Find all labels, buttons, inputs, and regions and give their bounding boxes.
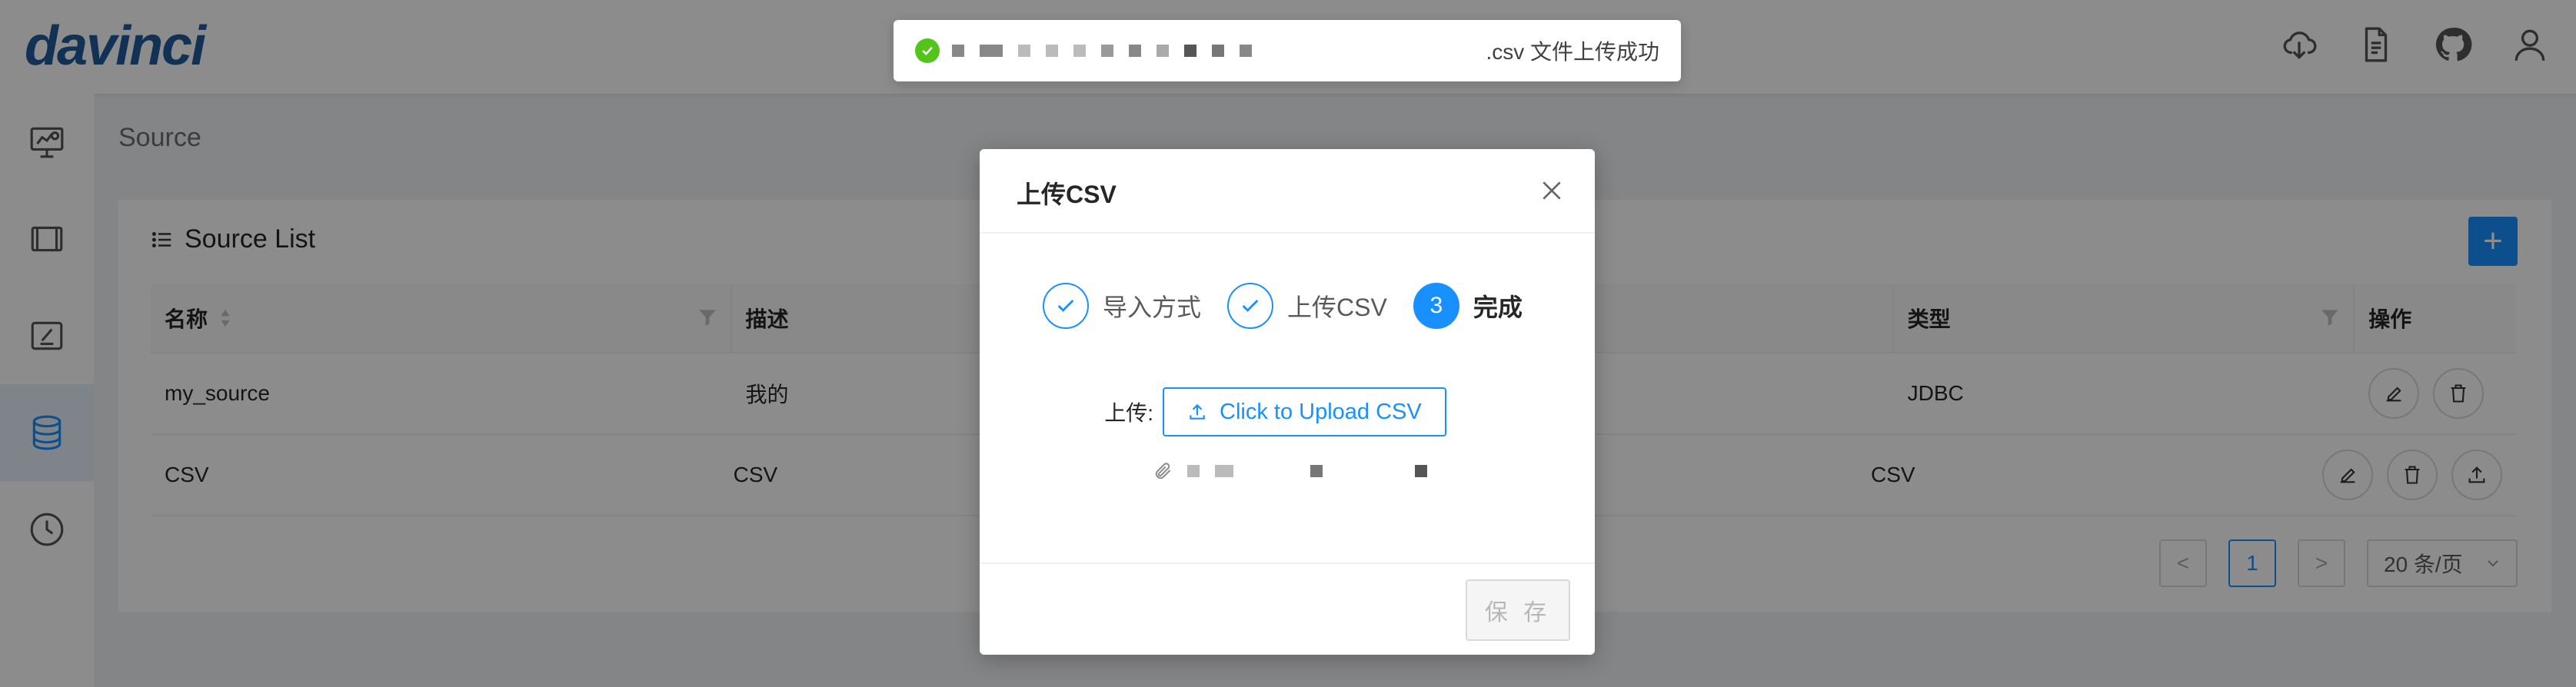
check-icon bbox=[1043, 283, 1089, 329]
modal-title: 上传CSV bbox=[1017, 181, 1117, 208]
upload-icon bbox=[1190, 403, 1205, 420]
paperclip-icon bbox=[1155, 463, 1171, 480]
success-icon bbox=[915, 38, 940, 63]
upload-csv-modal: 上传CSV 导入方式 上传CSV 3 完成 上传: Click to Uploa… bbox=[980, 149, 1595, 655]
upload-row: 上传: Click to Upload CSV bbox=[1087, 387, 1446, 436]
modal-footer: 保 存 bbox=[980, 563, 1595, 656]
steps: 导入方式 上传CSV 3 完成 bbox=[1043, 283, 1549, 329]
upload-label: 上传: bbox=[1104, 401, 1153, 425]
save-button[interactable]: 保 存 bbox=[1466, 579, 1570, 641]
redacted-toast-filename bbox=[952, 45, 1252, 57]
success-toast: .csv 文件上传成功 bbox=[894, 20, 1681, 81]
step-number: 3 bbox=[1413, 283, 1459, 329]
modal-header: 上传CSV bbox=[980, 149, 1595, 234]
toast-message: .csv 文件上传成功 bbox=[1486, 40, 1659, 64]
close-icon[interactable] bbox=[1539, 178, 1564, 203]
redacted-filename bbox=[1187, 465, 1427, 477]
step-upload-csv: 上传CSV bbox=[1227, 283, 1387, 329]
upload-csv-button[interactable]: Click to Upload CSV bbox=[1163, 387, 1446, 436]
step-finish: 3 完成 bbox=[1413, 283, 1523, 329]
uploaded-file[interactable] bbox=[1153, 461, 1427, 481]
step-import-method: 导入方式 bbox=[1043, 283, 1201, 329]
check-icon bbox=[1227, 283, 1274, 329]
